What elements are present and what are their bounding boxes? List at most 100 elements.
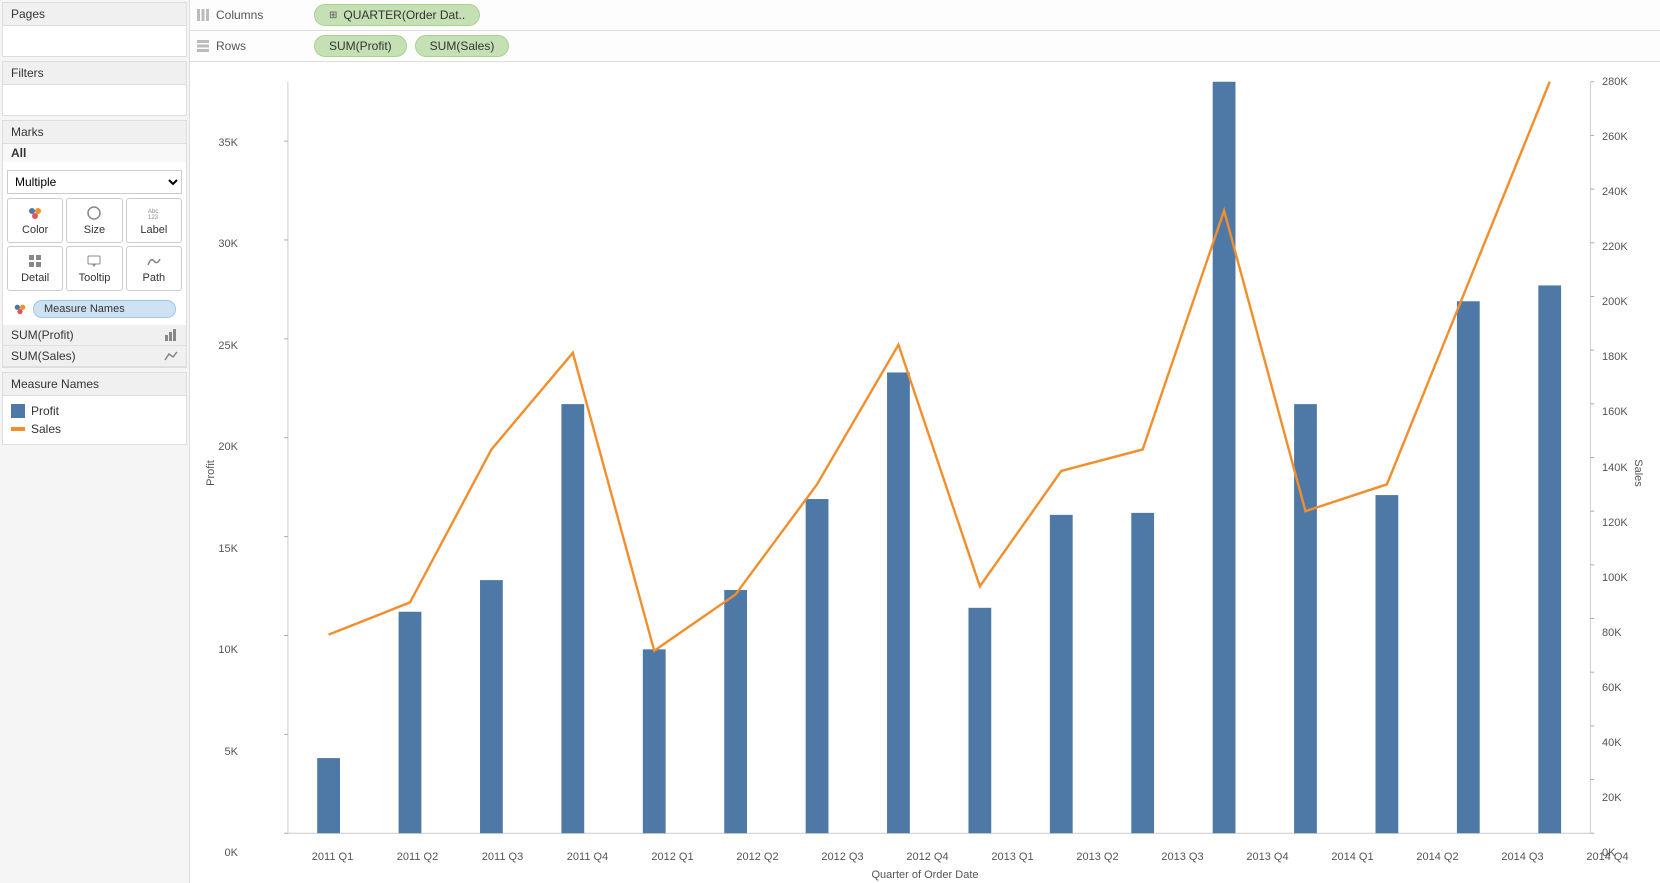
path-icon bbox=[146, 253, 162, 269]
y-right-tick: 80K bbox=[1602, 627, 1640, 639]
tooltip-icon bbox=[86, 253, 102, 269]
y-right-tick: 240K bbox=[1602, 186, 1640, 198]
marks-header: Marks bbox=[3, 121, 186, 144]
y-left-tick: 35K bbox=[210, 137, 238, 149]
bar-2012 Q4[interactable] bbox=[887, 372, 910, 833]
rows-icon bbox=[196, 39, 210, 53]
mark-color-button[interactable]: Color bbox=[7, 198, 63, 243]
sidebar: Pages Filters Marks All Multiple Color bbox=[0, 0, 190, 883]
bar-2012 Q1[interactable] bbox=[643, 649, 666, 833]
x-tick: 2014 Q2 bbox=[1416, 851, 1458, 863]
color-icon bbox=[27, 205, 43, 221]
filters-card: Filters bbox=[2, 61, 187, 116]
y-right-tick: 160K bbox=[1602, 406, 1640, 418]
y-right-tick: 200K bbox=[1602, 296, 1640, 308]
columns-pill-quarter[interactable]: ⊞ QUARTER(Order Dat.. bbox=[314, 4, 480, 26]
main-area: Columns ⊞ QUARTER(Order Dat.. Rows SUM(P… bbox=[190, 0, 1660, 883]
x-tick: 2012 Q3 bbox=[821, 851, 863, 863]
y-left-tick: 20K bbox=[210, 441, 238, 453]
legend-profit[interactable]: Profit bbox=[11, 402, 178, 420]
bar-2011 Q4[interactable] bbox=[561, 404, 584, 833]
y-right-tick: 40K bbox=[1602, 737, 1640, 749]
x-tick: 2013 Q1 bbox=[991, 851, 1033, 863]
mark-size-button[interactable]: Size bbox=[66, 198, 122, 243]
x-tick: 2013 Q3 bbox=[1161, 851, 1203, 863]
rows-shelf[interactable]: Rows SUM(Profit) SUM(Sales) bbox=[190, 31, 1660, 62]
sales-line[interactable] bbox=[329, 82, 1550, 651]
size-icon bbox=[86, 205, 102, 221]
pages-body[interactable] bbox=[3, 26, 186, 56]
chart-area[interactable]: Profit Sales Quarter of Order Date 0K5K1… bbox=[190, 62, 1660, 883]
mark-label-button[interactable]: Abc123 Label bbox=[126, 198, 182, 243]
mark-tooltip-button[interactable]: Tooltip bbox=[66, 246, 122, 291]
measure-names-pill[interactable]: Measure Names bbox=[33, 300, 176, 318]
bar-2013 Q3[interactable] bbox=[1131, 513, 1154, 833]
y-right-tick: 180K bbox=[1602, 351, 1640, 363]
bar-2013 Q2[interactable] bbox=[1050, 515, 1073, 833]
x-tick: 2011 Q4 bbox=[567, 851, 608, 863]
x-tick: 2011 Q1 bbox=[312, 851, 353, 863]
y-left-tick: 5K bbox=[210, 746, 238, 758]
rows-pill-sales[interactable]: SUM(Sales) bbox=[415, 35, 510, 57]
x-tick: 2014 Q3 bbox=[1501, 851, 1543, 863]
y-right-tick: 100K bbox=[1602, 572, 1640, 584]
y-left-tick: 10K bbox=[210, 644, 238, 656]
bar-2014 Q1[interactable] bbox=[1294, 404, 1317, 833]
bar-2012 Q2[interactable] bbox=[724, 590, 747, 833]
y-left-tick: 25K bbox=[210, 340, 238, 352]
legend-header: Measure Names bbox=[3, 373, 186, 396]
profit-swatch bbox=[11, 404, 25, 418]
columns-icon bbox=[196, 8, 210, 22]
sum-sales-row[interactable]: SUM(Sales) bbox=[3, 346, 186, 367]
bar-2012 Q3[interactable] bbox=[806, 499, 829, 833]
x-tick: 2014 Q4 bbox=[1586, 851, 1628, 863]
legend-sales[interactable]: Sales bbox=[11, 420, 178, 438]
chart-canvas bbox=[240, 72, 1600, 843]
y-left-tick: 30K bbox=[210, 238, 238, 250]
label-icon: Abc123 bbox=[146, 205, 162, 221]
bar-2013 Q4[interactable] bbox=[1213, 82, 1236, 834]
y-right-tick: 20K bbox=[1602, 792, 1640, 804]
y-left-tick: 0K bbox=[210, 847, 238, 859]
x-tick: 2011 Q2 bbox=[397, 851, 438, 863]
marks-all[interactable]: All bbox=[3, 144, 186, 162]
bar-2011 Q1[interactable] bbox=[317, 758, 340, 833]
y-right-tick: 220K bbox=[1602, 241, 1640, 253]
y-right-tick: 120K bbox=[1602, 517, 1640, 529]
x-axis-label: Quarter of Order Date bbox=[872, 869, 979, 881]
mark-detail-button[interactable]: Detail bbox=[7, 246, 63, 291]
x-tick: 2012 Q4 bbox=[906, 851, 948, 863]
pages-card: Pages bbox=[2, 2, 187, 57]
x-tick: 2013 Q4 bbox=[1246, 851, 1288, 863]
marks-type-select[interactable]: Multiple bbox=[7, 170, 182, 194]
y-right-tick: 280K bbox=[1602, 76, 1640, 88]
bar-2011 Q2[interactable] bbox=[399, 612, 422, 833]
y-axis-left-label: Profit bbox=[205, 460, 217, 486]
pages-header: Pages bbox=[3, 3, 186, 26]
bar-2014 Q3[interactable] bbox=[1457, 301, 1480, 833]
mark-path-button[interactable]: Path bbox=[126, 246, 182, 291]
bar-2013 Q1[interactable] bbox=[968, 608, 991, 833]
line-chart-icon bbox=[164, 350, 178, 362]
filters-header: Filters bbox=[3, 62, 186, 85]
color-legend-icon bbox=[13, 302, 27, 316]
rows-pill-profit[interactable]: SUM(Profit) bbox=[314, 35, 407, 57]
bar-2014 Q2[interactable] bbox=[1376, 495, 1399, 833]
legend-card: Measure Names Profit Sales bbox=[2, 372, 187, 445]
expand-icon: ⊞ bbox=[329, 10, 337, 21]
y-right-tick: 140K bbox=[1602, 462, 1640, 474]
detail-icon bbox=[27, 253, 43, 269]
bar-chart-icon bbox=[164, 329, 178, 341]
bar-2014 Q4[interactable] bbox=[1538, 285, 1561, 833]
x-tick: 2012 Q1 bbox=[651, 851, 693, 863]
sales-swatch bbox=[11, 427, 25, 431]
sum-profit-row[interactable]: SUM(Profit) bbox=[3, 325, 186, 346]
marks-card: Marks All Multiple Color Size Abc bbox=[2, 120, 187, 368]
filters-body[interactable] bbox=[3, 85, 186, 115]
bar-2011 Q3[interactable] bbox=[480, 580, 503, 833]
x-tick: 2013 Q2 bbox=[1076, 851, 1118, 863]
y-left-tick: 15K bbox=[210, 543, 238, 555]
columns-shelf[interactable]: Columns ⊞ QUARTER(Order Dat.. bbox=[190, 0, 1660, 31]
svg-text:123: 123 bbox=[148, 215, 159, 221]
x-tick: 2012 Q2 bbox=[736, 851, 778, 863]
